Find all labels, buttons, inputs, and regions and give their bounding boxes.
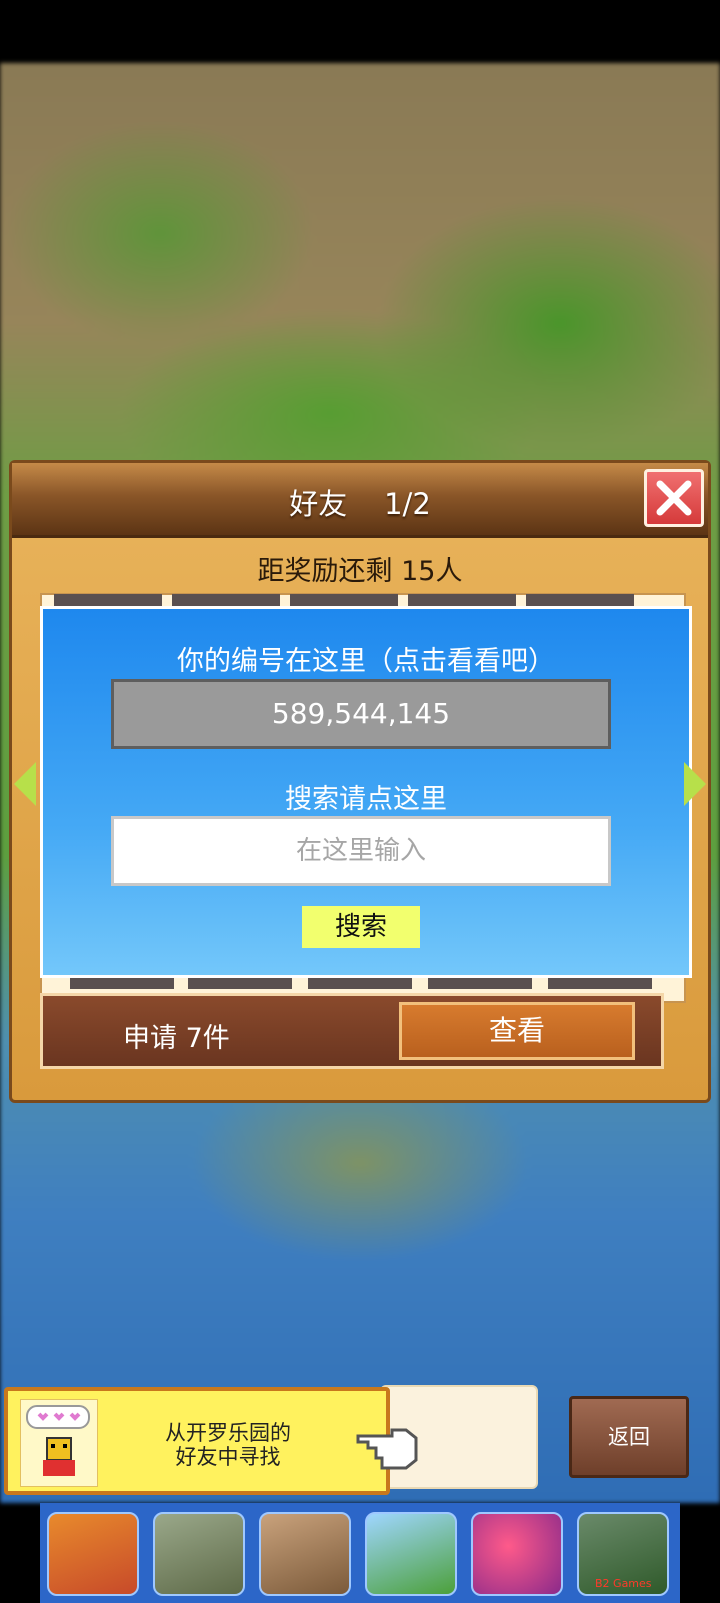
back-button[interactable]: 返回 xyxy=(569,1396,689,1478)
friend-slot[interactable] xyxy=(70,977,174,989)
requests-count: 申请 7件 xyxy=(123,1023,230,1054)
close-icon xyxy=(656,480,692,516)
id-search-card: 你的编号在这里（点击看看吧） 589,544,145 搜索请点这里 搜索 xyxy=(40,606,692,978)
friend-slot[interactable] xyxy=(526,594,634,606)
kairo-character-icon xyxy=(20,1399,98,1487)
friend-slot[interactable] xyxy=(308,977,412,989)
friend-requests-row: 申请 7件 查看 xyxy=(40,993,664,1069)
banner-line-2: 好友中寻找 xyxy=(175,1445,281,1469)
friend-search-input[interactable] xyxy=(111,816,611,886)
friend-slot[interactable] xyxy=(54,594,162,606)
search-prompt-text: 搜索请点这里 xyxy=(285,784,447,815)
view-requests-button[interactable]: 查看 xyxy=(399,1002,635,1060)
next-page-arrow-icon[interactable] xyxy=(684,762,706,806)
dialog-header: 好友 1/2 xyxy=(12,463,708,538)
soldier-game-ad-icon[interactable] xyxy=(259,1512,351,1596)
friend-slot[interactable] xyxy=(548,977,652,989)
friend-slot[interactable] xyxy=(188,977,292,989)
status-bar xyxy=(0,0,720,63)
player-id-box[interactable]: 589,544,145 xyxy=(111,679,611,749)
platformer-ad-icon[interactable] xyxy=(365,1512,457,1596)
search-button[interactable]: 搜索 xyxy=(302,906,420,948)
soccer-game-ad-icon[interactable]: B2 Games xyxy=(577,1512,669,1596)
banner-text: 从开罗乐园的 好友中寻找 xyxy=(128,1421,328,1469)
banner-line-1: 从开罗乐园的 xyxy=(165,1421,291,1445)
candy-game-ad-icon[interactable] xyxy=(471,1512,563,1596)
friend-slot[interactable] xyxy=(408,594,516,606)
ad-label: B2 Games xyxy=(595,1577,652,1590)
ad-banner: B2 Games xyxy=(40,1503,680,1603)
pointing-hand-icon xyxy=(356,1428,418,1470)
previous-page-arrow-icon[interactable] xyxy=(14,762,36,806)
friend-slot[interactable] xyxy=(172,594,280,606)
reward-remaining-text: 距奖励还剩 15人 xyxy=(257,556,463,587)
tank-game-ad-icon[interactable] xyxy=(153,1512,245,1596)
id-prompt-text[interactable]: 你的编号在这里（点击看看吧） xyxy=(43,639,689,678)
friend-slot[interactable] xyxy=(290,594,398,606)
subway-runner-ad-icon[interactable] xyxy=(47,1512,139,1596)
dialog-title: 好友 1/2 xyxy=(289,487,431,521)
close-button[interactable] xyxy=(644,469,704,527)
find-friends-banner[interactable]: 从开罗乐园的 好友中寻找 xyxy=(4,1387,390,1495)
friends-dialog: 好友 1/2 距奖励还剩 15人 你的编号在这里（点击看看吧） 589,544,… xyxy=(9,460,711,1103)
friend-slot[interactable] xyxy=(428,977,532,989)
